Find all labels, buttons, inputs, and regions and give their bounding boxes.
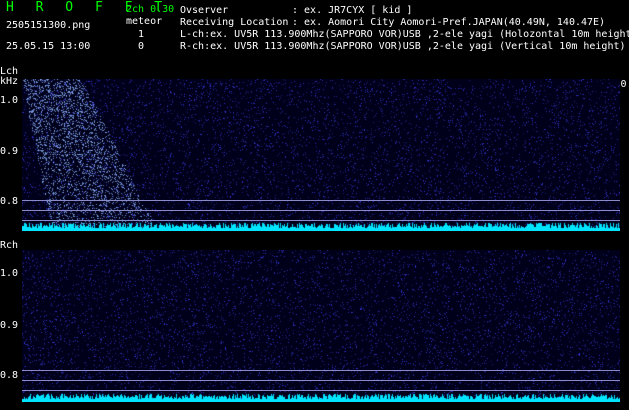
lch-ref-line — [22, 200, 620, 201]
meteor-count-lch: 1 — [138, 29, 145, 40]
rch-ref-line — [22, 370, 620, 371]
y-tick-label: 0.9 — [0, 320, 19, 331]
lch-ref-line — [22, 210, 620, 211]
version-label: 2ch 0.30 — [126, 4, 175, 15]
y-tick-label: 0.9 — [0, 146, 19, 157]
lch-ref-line — [22, 220, 620, 221]
filename-label: 2505151300.png — [6, 20, 91, 31]
y-tick-label: 1.0 — [0, 268, 19, 279]
location-value: : ex. Aomori City Aomori-Pref.JAPAN(40.4… — [292, 17, 606, 28]
y-tick-label: 0.8 — [0, 370, 19, 381]
rch-info: R-ch:ex. UV5R 113.900Mhz(SAPPORO VOR)USB… — [180, 41, 626, 52]
rch-ref-line — [22, 380, 620, 381]
lch-spectrogram — [22, 79, 620, 231]
y-tick-label: 0.8 — [0, 196, 19, 207]
lch-unit: kHz — [0, 76, 19, 87]
meteor-count-rch: 0 — [138, 41, 145, 52]
datetime-label: 25.05.15 13:00 — [6, 41, 91, 52]
meteor-label: meteor — [126, 16, 163, 27]
observer-label: Ovserver — [180, 5, 229, 16]
lch-info: L-ch:ex. UV5R 113.900Mhz(SAPPORO VOR)USB… — [180, 29, 629, 40]
observer-value: : ex. JR7CYX [ kid ] — [292, 5, 413, 16]
location-label: Receiving Location — [180, 17, 289, 28]
rch-label: Rch — [0, 240, 19, 251]
rch-ref-line — [22, 390, 620, 391]
y-tick-label: 1.0 — [0, 95, 19, 106]
